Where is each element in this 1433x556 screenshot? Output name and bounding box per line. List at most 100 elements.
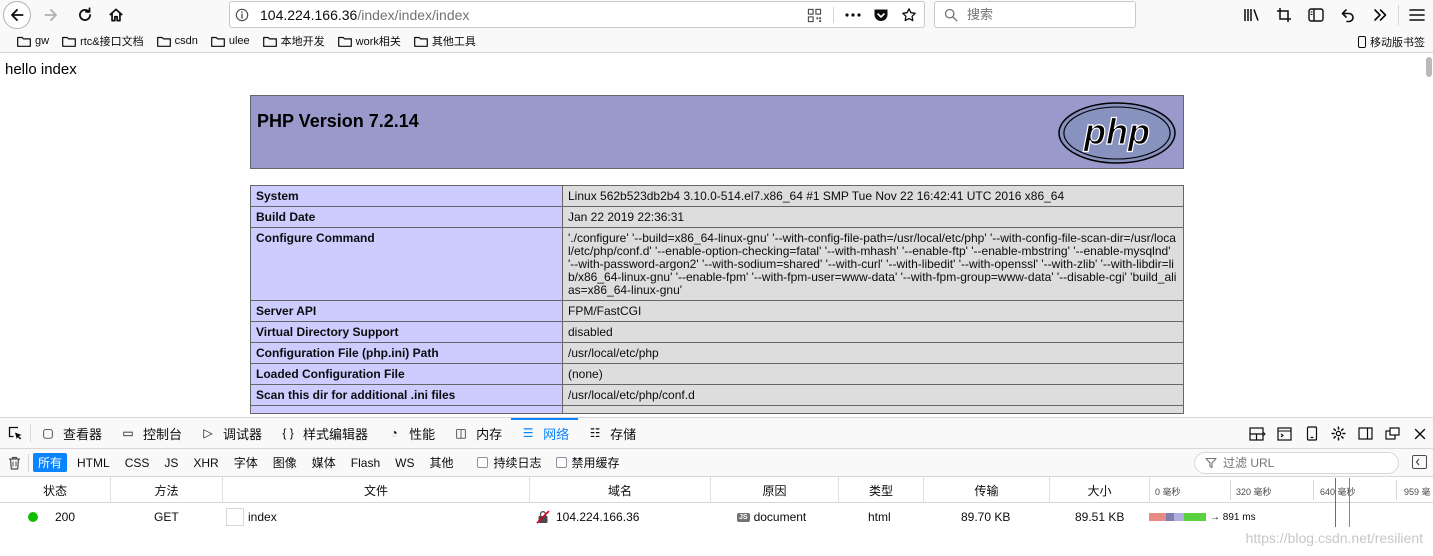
toggle-details-panel-icon[interactable] <box>1412 455 1427 469</box>
undo-icon[interactable] <box>1332 1 1364 28</box>
column-type[interactable]: 类型 <box>839 477 924 503</box>
folder-icon <box>337 36 352 47</box>
mobile-bookmarks[interactable]: 移动版书签 <box>1358 34 1425 50</box>
split-console-icon[interactable] <box>1244 426 1271 441</box>
separate-window-icon[interactable] <box>1379 427 1406 440</box>
overflow-chevron-icon[interactable] <box>1364 1 1396 28</box>
storage-icon: ☷ <box>589 426 601 440</box>
filter-button[interactable]: 图像 <box>268 453 302 472</box>
bookmark-folder[interactable]: work相关 <box>337 33 401 49</box>
home-icon <box>109 8 123 22</box>
devtools-tab-performance[interactable]: ◔ 性能 <box>377 418 444 449</box>
filter-button[interactable]: 所有 <box>33 453 68 472</box>
column-file[interactable]: 文件 <box>223 477 530 503</box>
bookmark-folder[interactable]: csdn <box>156 35 198 47</box>
qr-code-icon[interactable] <box>805 6 823 24</box>
folder-icon <box>156 36 171 47</box>
responsive-mode-icon[interactable] <box>1298 426 1325 441</box>
folder-icon <box>262 36 277 47</box>
waterfall-tick-label: 640 毫秒 <box>1320 487 1356 497</box>
filter-button[interactable]: HTML <box>72 453 115 472</box>
search-bar[interactable] <box>934 1 1136 28</box>
folder-icon <box>414 36 428 47</box>
home-button[interactable] <box>102 1 130 29</box>
column-transferred[interactable]: 传输 <box>924 477 1050 503</box>
filter-button[interactable]: Flash <box>346 453 385 472</box>
scratchpad-icon[interactable] <box>1271 426 1298 441</box>
column-size[interactable]: 大小 <box>1050 477 1150 503</box>
devtools-tab-storage[interactable]: ☷ 存储 <box>578 418 645 449</box>
request-file-name: index <box>248 510 277 524</box>
style-editor-icon: { } <box>282 426 294 440</box>
php-info-key: Virtual Directory Support <box>250 321 563 343</box>
back-button[interactable] <box>3 1 31 29</box>
bookmark-star-icon[interactable] <box>900 6 918 24</box>
page-content: hello index PHP Version 7.2.14 php Syste… <box>0 54 1433 417</box>
library-icon[interactable] <box>1236 1 1268 28</box>
page-actions-icon[interactable] <box>844 6 862 24</box>
devtools-tab-debugger[interactable]: ▷ 调试器 <box>191 418 271 449</box>
memory-icon: ◫ <box>455 426 467 440</box>
php-info-row: Loaded Configuration File (none) <box>250 363 1184 385</box>
request-status: 200 <box>55 510 76 524</box>
reload-button[interactable] <box>71 1 99 29</box>
reload-icon <box>79 7 91 21</box>
filter-button[interactable]: 其他 <box>424 453 458 472</box>
filter-button[interactable]: 媒体 <box>307 453 341 472</box>
filter-url-box[interactable] <box>1194 452 1399 474</box>
php-info-value <box>562 405 1184 414</box>
close-devtools-icon[interactable] <box>1406 428 1433 440</box>
bookmark-folder[interactable]: 其他工具 <box>414 33 476 49</box>
filter-button[interactable]: 字体 <box>229 453 263 472</box>
devtools-tab-memory[interactable]: ◫ 内存 <box>444 418 511 449</box>
filter-button[interactable]: XHR <box>188 453 223 472</box>
disable-cache-checkbox[interactable]: 禁用缓存 <box>555 454 620 471</box>
bookmark-label: work相关 <box>355 36 401 48</box>
forward-button[interactable] <box>37 1 65 29</box>
bookmark-label: 本地开发 <box>280 36 325 48</box>
phone-icon <box>1358 36 1366 48</box>
devtools-tab-console[interactable]: ▭ 控制台 <box>111 418 191 449</box>
php-info-key: Build Date <box>250 206 563 228</box>
menu-icon[interactable] <box>1401 1 1433 28</box>
filter-button[interactable]: JS <box>159 453 183 472</box>
request-cause: JS document <box>737 503 806 531</box>
debugger-icon: ▷ <box>203 426 213 440</box>
info-icon[interactable] <box>230 8 254 22</box>
js-badge: JS <box>737 512 750 522</box>
checkbox-box <box>555 457 567 468</box>
sidebar-icon[interactable] <box>1300 1 1332 28</box>
trash-icon[interactable] <box>0 456 28 470</box>
devtools-tab-network[interactable]: ☰ 网络 <box>511 417 579 449</box>
filter-button[interactable]: CSS <box>120 453 155 472</box>
arrow-right-icon <box>44 9 57 21</box>
url-bar[interactable]: 104.224.166.36/index/index/index <box>229 1 925 28</box>
pocket-icon[interactable] <box>872 6 890 24</box>
devtools-tab-style-editor[interactable]: { } 样式编辑器 <box>271 418 377 449</box>
column-method[interactable]: 方法 <box>111 477 223 503</box>
element-picker-icon[interactable] <box>0 425 30 441</box>
column-cause[interactable]: 原因 <box>711 477 839 503</box>
devtools-tab-label: 内存 <box>476 426 503 442</box>
search-input[interactable] <box>967 7 1117 22</box>
php-info-key: Configure Command <box>250 227 563 301</box>
persist-logs-checkbox[interactable]: 持续日志 <box>477 454 542 471</box>
filter-button[interactable]: WS <box>390 453 419 472</box>
page-scrollbar[interactable] <box>1426 57 1432 77</box>
devtools-tab-inspector[interactable]: ▢ 查看器 <box>31 418 111 449</box>
column-status[interactable]: 状态 <box>0 477 111 503</box>
url-text[interactable]: 104.224.166.36/index/index/index <box>260 7 469 23</box>
dock-side-icon[interactable] <box>1352 427 1379 440</box>
bookmark-folder[interactable]: gw <box>17 35 49 47</box>
network-request-row[interactable]: 200 GET index 104.224.166.36 JS document … <box>0 503 1433 531</box>
waterfall-tick-label: 0 毫秒 <box>1155 487 1181 497</box>
bookmark-folder[interactable]: 本地开发 <box>262 33 325 49</box>
devtools-tab-label: 控制台 <box>143 426 183 442</box>
filter-url-input[interactable] <box>1223 456 1383 470</box>
php-info-row: Configure Command './configure' '--build=… <box>250 227 1184 301</box>
settings-gear-icon[interactable] <box>1325 426 1352 441</box>
screenshot-crop-icon[interactable] <box>1268 1 1300 28</box>
column-domain[interactable]: 域名 <box>530 477 711 503</box>
bookmark-folder[interactable]: ulee <box>210 35 250 47</box>
bookmark-folder[interactable]: rtc&接口文档 <box>62 33 144 49</box>
